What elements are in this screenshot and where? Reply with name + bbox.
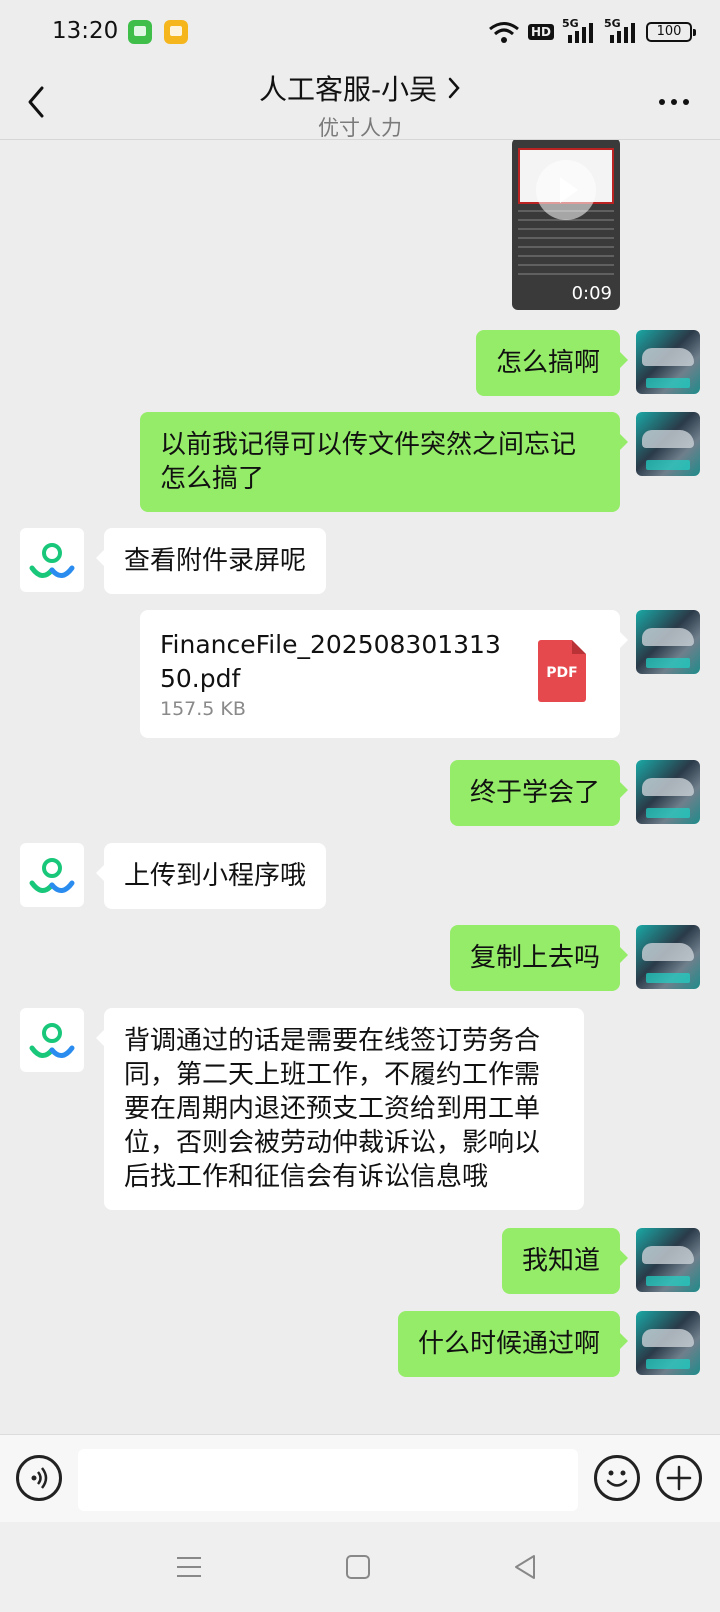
agent-logo-icon	[29, 1023, 75, 1058]
message-bubble-agent[interactable]: 查看附件录屏呢	[95, 528, 327, 594]
more-options-icon[interactable]	[654, 88, 694, 116]
chevron-right-icon	[448, 77, 460, 99]
play-icon	[536, 160, 596, 220]
menu-icon[interactable]	[174, 1552, 204, 1582]
reader-app-icon	[164, 20, 188, 44]
emoji-icon	[606, 1470, 628, 1487]
home-icon[interactable]	[343, 1552, 373, 1582]
message-bubble-self[interactable]: 什么时候通过啊	[397, 1311, 629, 1377]
agent-avatar[interactable]	[20, 843, 84, 907]
status-bar: 13:20 HD 5G 5G 100	[0, 0, 720, 64]
file-size: 157.5 KB	[160, 698, 246, 720]
message-bubble-agent[interactable]: 背调通过的话是需要在线签订劳务合同，第二天上班工作，不履约工作需要在周期内退还预…	[96, 1008, 584, 1210]
file-message[interactable]: FinanceFile_20250830131350.pdf 157.5 KB …	[140, 610, 628, 738]
user-avatar[interactable]	[636, 330, 700, 394]
network-type-label-2: 5G	[604, 17, 621, 30]
pdf-file-icon: PDF	[538, 640, 586, 702]
battery-icon: 100	[646, 22, 696, 42]
status-time: 13:20	[52, 18, 119, 44]
message-bubble-self[interactable]: 以前我记得可以传文件突然之间忘记怎么搞了	[140, 412, 628, 512]
wifi-icon	[489, 22, 519, 43]
user-avatar[interactable]	[636, 412, 700, 476]
back-triangle-icon[interactable]	[510, 1552, 540, 1582]
user-avatar[interactable]	[636, 760, 700, 824]
chat-title-block: 人工客服-小吴 优寸人力	[0, 68, 720, 142]
voice-input-button[interactable]	[16, 1455, 62, 1501]
video-duration: 0:09	[571, 283, 612, 304]
signal-icon: 5G	[562, 17, 596, 45]
message-bubble-self[interactable]: 怎么搞啊	[475, 330, 629, 396]
system-navigation-bar	[0, 1522, 720, 1612]
signal-icon-2: 5G	[604, 17, 638, 45]
more-actions-button[interactable]	[656, 1455, 702, 1501]
message-bubble-self[interactable]: 复制上去吗	[449, 925, 629, 991]
user-avatar[interactable]	[636, 1228, 700, 1292]
message-bubble-self[interactable]: 终于学会了	[449, 760, 629, 826]
voice-icon	[31, 1467, 48, 1489]
agent-avatar[interactable]	[20, 528, 84, 592]
video-message[interactable]: 0:09	[512, 140, 620, 310]
hd-badge: HD	[527, 24, 554, 40]
user-avatar[interactable]	[636, 1311, 700, 1375]
chat-header: 人工客服-小吴 优寸人力	[0, 64, 720, 140]
file-name: FinanceFile_20250830131350.pdf	[160, 630, 501, 693]
emoji-button[interactable]	[594, 1455, 640, 1501]
message-input-bar	[0, 1434, 720, 1522]
user-avatar[interactable]	[636, 925, 700, 989]
status-indicators: HD 5G 5G 100	[488, 17, 696, 46]
messages-app-icon	[128, 20, 152, 44]
message-list[interactable]: 0:09 怎么搞啊 以前我记得可以传文件突然之间忘记怎么搞了 查看附件录屏呢 F…	[0, 140, 720, 1434]
message-bubble-agent[interactable]: 上传到小程序哦	[95, 843, 327, 909]
chat-title-text: 人工客服-小吴	[258, 73, 438, 106]
chat-title[interactable]: 人工客服-小吴	[259, 68, 461, 108]
agent-logo-icon	[29, 858, 75, 893]
chat-subtitle: 优寸人力	[318, 116, 402, 140]
agent-logo-icon	[29, 543, 75, 578]
plus-icon	[666, 1465, 692, 1491]
message-bubble-self[interactable]: 我知道	[501, 1228, 629, 1294]
user-avatar[interactable]	[636, 610, 700, 674]
network-type-label: 5G	[562, 17, 579, 30]
agent-avatar[interactable]	[20, 1008, 84, 1072]
message-input[interactable]	[78, 1449, 578, 1511]
